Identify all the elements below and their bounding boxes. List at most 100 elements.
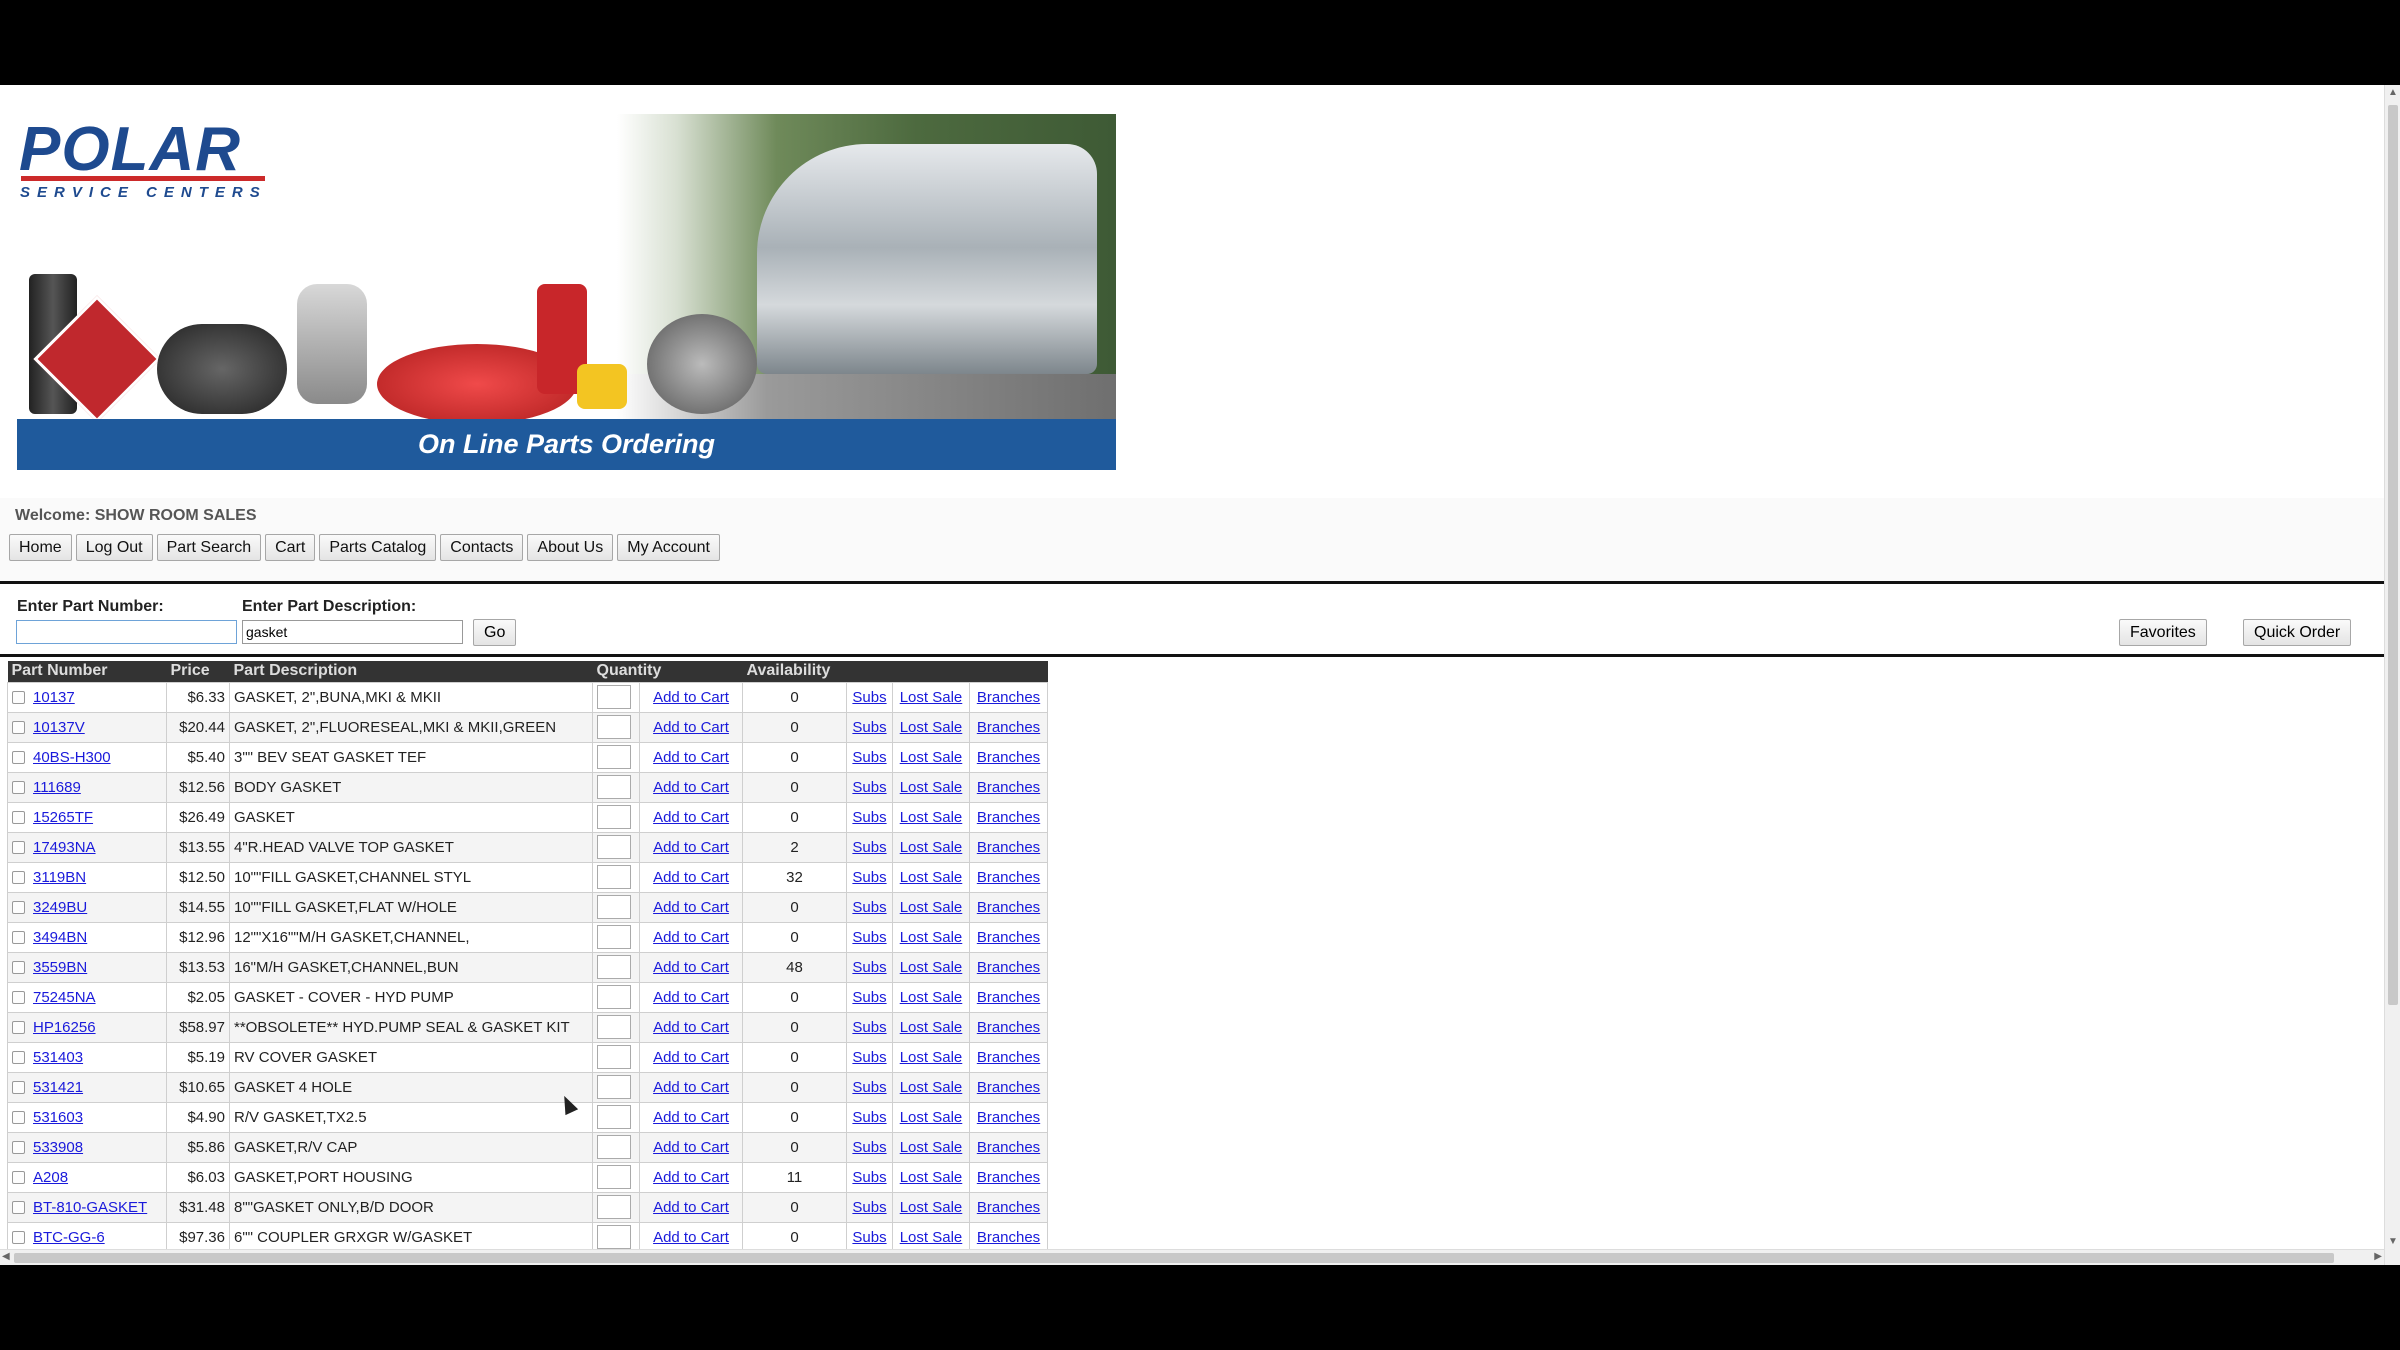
add-to-cart-link[interactable]: Add to Cart bbox=[653, 1169, 729, 1186]
branches-link[interactable]: Branches bbox=[977, 1049, 1040, 1066]
subs-link[interactable]: Subs bbox=[852, 1109, 886, 1126]
lost-sale-link[interactable]: Lost Sale bbox=[900, 1019, 963, 1036]
favorites-button[interactable]: Favorites bbox=[2119, 619, 2207, 646]
subs-link[interactable]: Subs bbox=[852, 809, 886, 826]
nav-part-search-button[interactable]: Part Search bbox=[156, 534, 262, 561]
branches-link[interactable]: Branches bbox=[977, 929, 1040, 946]
subs-link[interactable]: Subs bbox=[852, 1019, 886, 1036]
subs-link[interactable]: Subs bbox=[852, 779, 886, 796]
lost-sale-link[interactable]: Lost Sale bbox=[900, 719, 963, 736]
subs-link[interactable]: Subs bbox=[852, 929, 886, 946]
branches-link[interactable]: Branches bbox=[977, 1019, 1040, 1036]
quantity-input[interactable] bbox=[597, 955, 631, 979]
add-to-cart-link[interactable]: Add to Cart bbox=[653, 719, 729, 736]
scroll-left-icon[interactable]: ◀ bbox=[2, 1251, 10, 1262]
subs-link[interactable]: Subs bbox=[852, 719, 886, 736]
add-to-cart-link[interactable]: Add to Cart bbox=[653, 1049, 729, 1066]
row-checkbox[interactable] bbox=[12, 1110, 25, 1124]
part-number-link[interactable]: 531403 bbox=[33, 1049, 83, 1066]
add-to-cart-link[interactable]: Add to Cart bbox=[653, 1229, 729, 1246]
branches-link[interactable]: Branches bbox=[977, 749, 1040, 766]
nav-contacts-button[interactable]: Contacts bbox=[440, 534, 524, 561]
scroll-down-icon[interactable]: ▼ bbox=[2388, 1236, 2398, 1247]
add-to-cart-link[interactable]: Add to Cart bbox=[653, 989, 729, 1006]
quantity-input[interactable] bbox=[597, 805, 631, 829]
add-to-cart-link[interactable]: Add to Cart bbox=[653, 1079, 729, 1096]
row-checkbox[interactable] bbox=[12, 840, 25, 854]
part-number-link[interactable]: 10137V bbox=[33, 719, 85, 736]
quantity-input[interactable] bbox=[597, 985, 631, 1009]
quantity-input[interactable] bbox=[597, 1075, 631, 1099]
part-number-link[interactable]: BT-810-GASKET bbox=[33, 1199, 147, 1216]
scroll-up-icon[interactable]: ▲ bbox=[2388, 87, 2398, 98]
horizontal-scrollbar[interactable]: ◀ ▶ bbox=[0, 1249, 2384, 1265]
add-to-cart-link[interactable]: Add to Cart bbox=[653, 809, 729, 826]
part-number-link[interactable]: 111689 bbox=[33, 779, 81, 796]
lost-sale-link[interactable]: Lost Sale bbox=[900, 1139, 963, 1156]
quantity-input[interactable] bbox=[597, 1195, 631, 1219]
row-checkbox[interactable] bbox=[12, 1080, 25, 1094]
lost-sale-link[interactable]: Lost Sale bbox=[900, 1169, 963, 1186]
branches-link[interactable]: Branches bbox=[977, 779, 1040, 796]
part-number-link[interactable]: 3559BN bbox=[33, 959, 87, 976]
add-to-cart-link[interactable]: Add to Cart bbox=[653, 899, 729, 916]
quantity-input[interactable] bbox=[597, 685, 631, 709]
part-number-link[interactable]: 3119BN bbox=[33, 869, 86, 886]
quantity-input[interactable] bbox=[597, 1105, 631, 1129]
subs-link[interactable]: Subs bbox=[852, 869, 886, 886]
row-checkbox[interactable] bbox=[12, 960, 25, 974]
branches-link[interactable]: Branches bbox=[977, 1229, 1040, 1246]
part-number-link[interactable]: 40BS-H300 bbox=[33, 749, 111, 766]
row-checkbox[interactable] bbox=[12, 900, 25, 914]
row-checkbox[interactable] bbox=[12, 1050, 25, 1064]
quantity-input[interactable] bbox=[597, 925, 631, 949]
branches-link[interactable]: Branches bbox=[977, 689, 1040, 706]
part-number-link[interactable]: HP16256 bbox=[33, 1019, 96, 1036]
branches-link[interactable]: Branches bbox=[977, 1199, 1040, 1216]
subs-link[interactable]: Subs bbox=[852, 1049, 886, 1066]
row-checkbox[interactable] bbox=[12, 750, 25, 764]
quantity-input[interactable] bbox=[597, 745, 631, 769]
go-button[interactable]: Go bbox=[473, 619, 517, 646]
part-number-link[interactable]: 531603 bbox=[33, 1109, 83, 1126]
lost-sale-link[interactable]: Lost Sale bbox=[900, 899, 963, 916]
part-number-link[interactable]: 75245NA bbox=[33, 989, 96, 1006]
lost-sale-link[interactable]: Lost Sale bbox=[900, 989, 963, 1006]
add-to-cart-link[interactable]: Add to Cart bbox=[653, 869, 729, 886]
row-checkbox[interactable] bbox=[12, 1140, 25, 1154]
part-number-link[interactable]: BTC-GG-6 bbox=[33, 1229, 105, 1246]
subs-link[interactable]: Subs bbox=[852, 689, 886, 706]
subs-link[interactable]: Subs bbox=[852, 1139, 886, 1156]
lost-sale-link[interactable]: Lost Sale bbox=[900, 1199, 963, 1216]
row-checkbox[interactable] bbox=[12, 780, 25, 794]
nav-home-button[interactable]: Home bbox=[9, 534, 72, 561]
branches-link[interactable]: Branches bbox=[977, 1139, 1040, 1156]
row-checkbox[interactable] bbox=[12, 930, 25, 944]
part-number-link[interactable]: A208 bbox=[33, 1169, 68, 1186]
lost-sale-link[interactable]: Lost Sale bbox=[900, 1079, 963, 1096]
add-to-cart-link[interactable]: Add to Cart bbox=[653, 779, 729, 796]
lost-sale-link[interactable]: Lost Sale bbox=[900, 779, 963, 796]
quick-order-button[interactable]: Quick Order bbox=[2243, 619, 2352, 646]
subs-link[interactable]: Subs bbox=[852, 959, 886, 976]
subs-link[interactable]: Subs bbox=[852, 1229, 886, 1246]
part-description-input[interactable] bbox=[242, 620, 463, 644]
subs-link[interactable]: Subs bbox=[852, 839, 886, 856]
row-checkbox[interactable] bbox=[12, 810, 25, 824]
nav-cart-button[interactable]: Cart bbox=[265, 534, 316, 561]
row-checkbox[interactable] bbox=[12, 1230, 25, 1244]
branches-link[interactable]: Branches bbox=[977, 1079, 1040, 1096]
row-checkbox[interactable] bbox=[12, 1170, 25, 1184]
branches-link[interactable]: Branches bbox=[977, 989, 1040, 1006]
lost-sale-link[interactable]: Lost Sale bbox=[900, 749, 963, 766]
branches-link[interactable]: Branches bbox=[977, 869, 1040, 886]
branches-link[interactable]: Branches bbox=[977, 1169, 1040, 1186]
vertical-scrollbar[interactable]: ▲ ▼ bbox=[2384, 85, 2400, 1265]
subs-link[interactable]: Subs bbox=[852, 1199, 886, 1216]
quantity-input[interactable] bbox=[597, 715, 631, 739]
row-checkbox[interactable] bbox=[12, 1200, 25, 1214]
quantity-input[interactable] bbox=[597, 1045, 631, 1069]
part-number-link[interactable]: 17493NA bbox=[33, 839, 96, 856]
row-checkbox[interactable] bbox=[12, 1020, 25, 1034]
subs-link[interactable]: Subs bbox=[852, 1169, 886, 1186]
